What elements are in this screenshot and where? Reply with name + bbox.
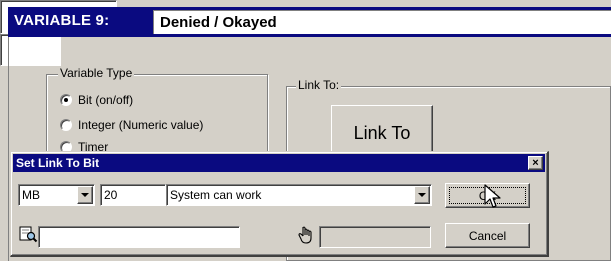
description-value: System can work — [170, 188, 262, 202]
radio-integer[interactable]: Integer (Numeric value) — [60, 118, 203, 132]
link-to-title: Link To: — [296, 78, 342, 92]
window-frame-edge — [8, 37, 9, 261]
radio-integer-button[interactable] — [60, 119, 72, 131]
cancel-button-label: Cancel — [468, 228, 507, 243]
variable-name: Denied / Okayed — [160, 14, 277, 31]
address-field[interactable]: 20 — [100, 184, 166, 206]
dialog-title-bar: Set Link To Bit × — [13, 154, 545, 172]
close-button[interactable]: × — [528, 156, 543, 170]
set-link-dialog: Set Link To Bit × MB 20 System can work … — [10, 151, 549, 257]
link-to-button-label: Link To — [353, 123, 411, 143]
variable-type-title: Variable Type — [58, 66, 135, 80]
search-field[interactable] — [38, 226, 240, 248]
dialog-title: Set Link To Bit — [16, 156, 100, 170]
hand-pointer-icon — [297, 225, 315, 245]
chevron-down-icon[interactable] — [77, 186, 93, 204]
mouse-cursor-icon — [484, 184, 502, 212]
chevron-down-icon[interactable] — [414, 186, 430, 204]
variable-header: VARIABLE 9: Denied / Okayed — [8, 7, 611, 37]
area-dropdown[interactable]: MB — [18, 184, 95, 206]
radio-bit-label: Bit (on/off) — [78, 93, 134, 107]
area-dropdown-value: MB — [22, 188, 40, 202]
radio-integer-label: Integer (Numeric value) — [78, 118, 204, 132]
variable-label: VARIABLE 9: — [14, 12, 110, 29]
radio-bit-button[interactable] — [60, 94, 72, 106]
cancel-button[interactable]: Cancel — [445, 223, 530, 248]
close-icon: × — [532, 156, 539, 169]
search-icon[interactable] — [18, 224, 38, 244]
variable-name-field[interactable]: Denied / Okayed — [153, 10, 611, 34]
address-value: 20 — [104, 188, 118, 202]
description-dropdown[interactable]: System can work — [166, 184, 432, 206]
radio-bit[interactable]: Bit (on/off) — [60, 93, 133, 107]
link-to-secondary-field[interactable] — [0, 34, 61, 66]
readonly-field — [319, 226, 431, 248]
